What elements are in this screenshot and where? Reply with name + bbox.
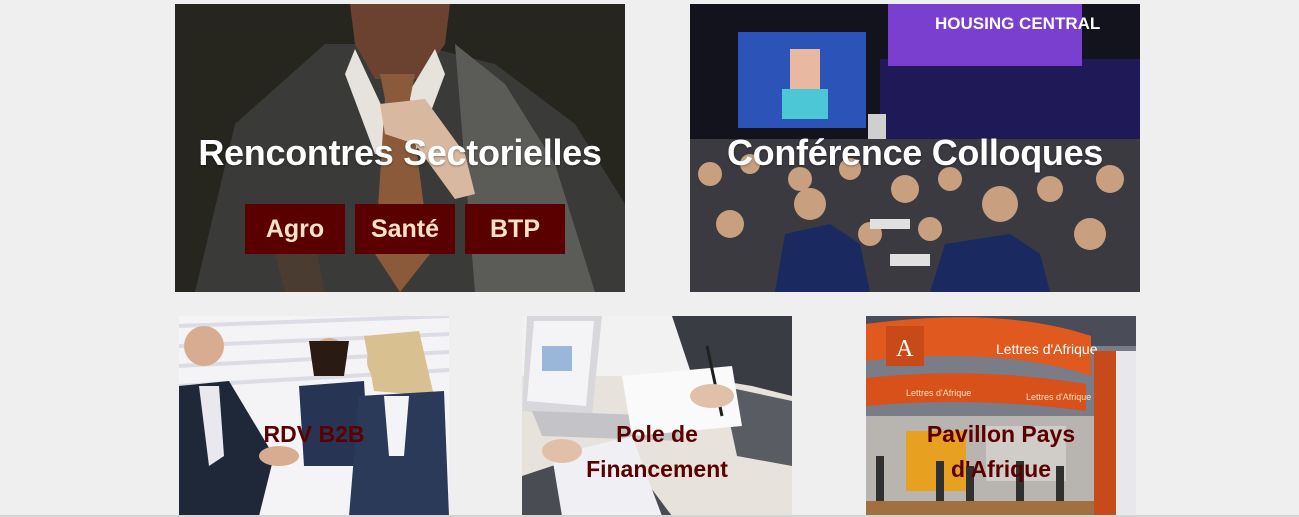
financement-title-line1: Pole de — [616, 421, 698, 447]
svg-text:Lettres d'Afrique: Lettres d'Afrique — [906, 388, 971, 398]
pavillon-tile[interactable]: Lettres d'Afrique A Lettres d'Afrique Le… — [866, 316, 1136, 516]
financement-tile[interactable]: Pole de Financement — [522, 316, 792, 516]
financement-title-line2: Financement — [586, 456, 728, 482]
btp-button[interactable]: BTP — [465, 204, 565, 254]
rdv-b2b-tile[interactable]: RDV B2B — [179, 316, 449, 516]
conference-title: Conférence Colloques — [726, 132, 1104, 173]
pavillon-title: Pavillon Pays d'Afrique — [866, 417, 1136, 487]
financement-title: Pole de Financement — [522, 417, 792, 487]
rdv-title: RDV B2B — [263, 421, 365, 447]
svg-text:HOUSING CENTRAL: HOUSING CENTRAL — [935, 14, 1100, 33]
pavillon-title-line1: Pavillon Pays — [926, 421, 1076, 447]
svg-text:Lettres d'Afrique: Lettres d'Afrique — [1026, 392, 1091, 402]
conference-colloques-tile[interactable]: HOUSING CENTRAL Conférence Colloques — [690, 4, 1140, 292]
agro-button[interactable]: Agro — [245, 204, 345, 254]
rencontres-sectorielles-tile[interactable]: Rencontres Sectorielles Agro Santé BTP — [175, 4, 625, 292]
pavillon-title-line2: d'Afrique — [950, 456, 1052, 482]
svg-text:A: A — [896, 336, 914, 362]
handshake-photo — [179, 316, 449, 516]
rencontres-title: Rencontres Sectorielles — [198, 132, 602, 173]
svg-text:Lettres d'Afrique: Lettres d'Afrique — [996, 341, 1098, 357]
sante-button[interactable]: Santé — [355, 204, 455, 254]
